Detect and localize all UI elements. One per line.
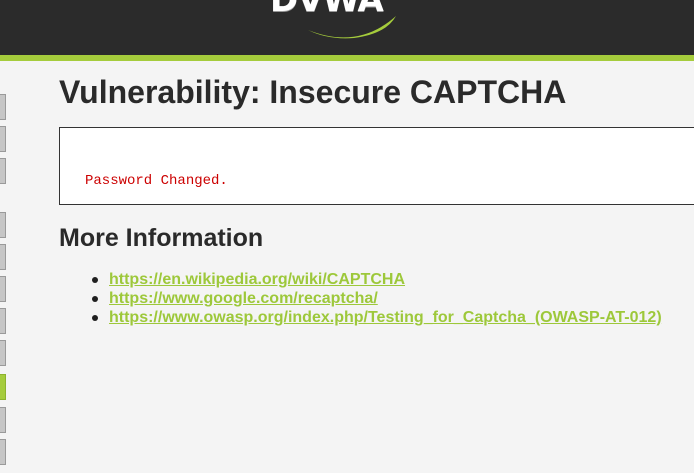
bullet-icon bbox=[92, 315, 98, 321]
bullet-icon bbox=[92, 296, 98, 302]
header-bar: DVWA bbox=[0, 0, 694, 55]
header-accent-stripe bbox=[0, 55, 694, 61]
sidebar-item[interactable] bbox=[0, 158, 6, 184]
sidebar-item[interactable] bbox=[0, 439, 6, 465]
list-item: https://www.google.com/recaptcha/ bbox=[89, 289, 662, 308]
sidebar-item[interactable] bbox=[0, 244, 6, 270]
dvwa-logo[interactable]: DVWA bbox=[268, 0, 408, 42]
list-item: https://www.owasp.org/index.php/Testing_… bbox=[89, 308, 662, 327]
bullet-icon bbox=[92, 277, 98, 283]
list-item: https://en.wikipedia.org/wiki/CAPTCHA bbox=[89, 270, 662, 289]
more-information-list: https://en.wikipedia.org/wiki/CAPTCHA ht… bbox=[89, 270, 662, 327]
sidebar-item[interactable] bbox=[0, 94, 6, 120]
sidebar-item[interactable] bbox=[0, 308, 6, 334]
logo-text: DVWA bbox=[270, 0, 384, 20]
sidebar-menu bbox=[0, 61, 8, 473]
page-title: Vulnerability: Insecure CAPTCHA bbox=[59, 74, 567, 110]
sidebar-item[interactable] bbox=[0, 407, 6, 433]
sidebar-item[interactable] bbox=[0, 212, 6, 238]
wikipedia-captcha-link[interactable]: https://en.wikipedia.org/wiki/CAPTCHA bbox=[109, 271, 405, 288]
result-message-box: Password Changed. bbox=[59, 127, 694, 205]
result-message: Password Changed. bbox=[85, 173, 228, 189]
more-information-heading: More Information bbox=[59, 224, 264, 252]
sidebar-item[interactable] bbox=[0, 340, 6, 366]
sidebar-item-active[interactable] bbox=[0, 374, 6, 400]
sidebar-item[interactable] bbox=[0, 126, 6, 152]
google-recaptcha-link[interactable]: https://www.google.com/recaptcha/ bbox=[109, 290, 378, 307]
owasp-testing-captcha-link[interactable]: https://www.owasp.org/index.php/Testing_… bbox=[109, 309, 662, 326]
sidebar-item[interactable] bbox=[0, 276, 6, 302]
